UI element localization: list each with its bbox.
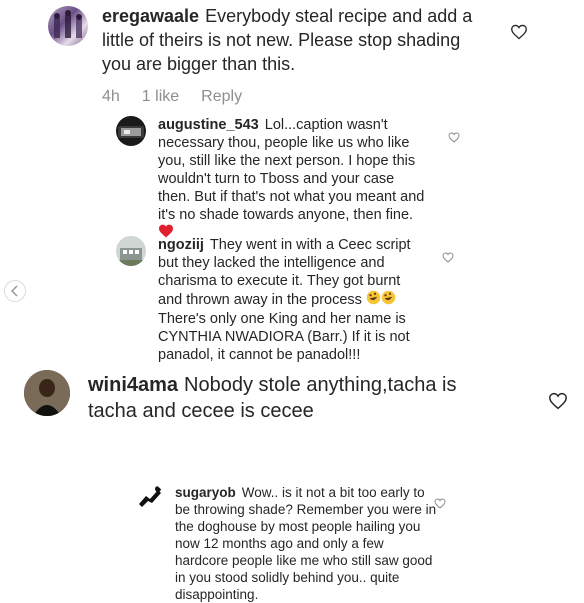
heart-outline-icon[interactable] [510, 24, 528, 45]
heart-outline-icon[interactable] [548, 392, 568, 415]
comment-meta: 4h 1 like Reply [102, 88, 264, 106]
comment-wini4ama: wini4ama Nobody stole anything,tacha is t… [0, 364, 584, 434]
comment-time: 4h [102, 88, 120, 105]
comment-eregawaale: eregawaale Everybody steal recipe and add… [0, 0, 584, 110]
comment-username[interactable]: ngoziij [158, 237, 204, 253]
rolling-laughing-emoji [381, 290, 396, 310]
heart-outline-icon[interactable] [448, 130, 460, 148]
comment-ngoziij: ngoziij They went in with a Ceec script b… [0, 232, 584, 363]
comment-username[interactable]: sugaryob [175, 485, 236, 500]
avatar[interactable] [48, 6, 88, 46]
avatar[interactable] [116, 236, 146, 266]
heart-outline-icon[interactable] [442, 250, 454, 268]
chevron-left-icon[interactable] [4, 280, 26, 302]
reply-button[interactable]: Reply [201, 88, 242, 105]
comment-text: Wow.. is it not a bit too early to be th… [175, 485, 437, 602]
comment-username[interactable]: augustine_543 [158, 117, 259, 133]
heart-outline-icon[interactable] [434, 496, 446, 514]
comment-username[interactable]: eregawaale [102, 6, 199, 26]
comment-augustine-543: augustine_543 Lol...caption wasn't necess… [0, 112, 584, 238]
comment-sugaryob: sugaryob Wow.. is it not a bit too early … [0, 480, 584, 602]
avatar[interactable] [136, 484, 164, 512]
avatar[interactable] [116, 116, 146, 146]
rolling-laughing-emoji [366, 290, 381, 310]
comment-username[interactable]: wini4ama [88, 374, 178, 396]
comment-likes[interactable]: 1 like [142, 88, 179, 105]
comment-text-continued: There's only one King and her name is CY… [158, 311, 410, 363]
avatar[interactable] [24, 370, 70, 416]
